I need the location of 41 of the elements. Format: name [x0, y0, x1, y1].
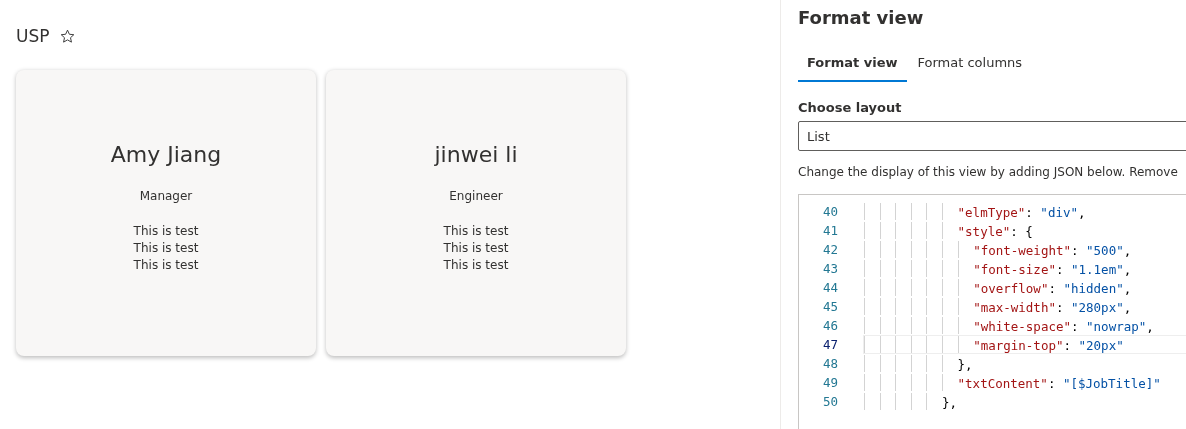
code-line: "txtContent": "[$JobTitle]" — [957, 375, 1161, 391]
person-name: Amy Jiang — [110, 142, 222, 167]
code-line: }, — [941, 394, 958, 410]
note-text: This is test — [133, 240, 199, 257]
note-text: This is test — [133, 223, 199, 240]
panel-title: Format view — [798, 7, 925, 28]
code-editor[interactable] — [798, 194, 1186, 429]
line-number: 44 — [821, 279, 838, 297]
field-label: Choose layout — [798, 100, 903, 115]
line-number: 42 — [821, 241, 838, 259]
tab[interactable]: Format view — [798, 47, 907, 82]
layout-dropdown[interactable]: List — [798, 121, 1186, 151]
note-text: This is test — [133, 257, 199, 274]
code-line: "font-weight": "500", — [973, 242, 1132, 258]
note-text: This is test — [443, 223, 509, 240]
line-number: 50 — [821, 393, 838, 411]
code-line: "overflow": "hidden", — [973, 280, 1132, 296]
code-line: "style": { — [957, 223, 1033, 239]
line-number: 47 — [821, 336, 838, 354]
line-number: 40 — [821, 203, 838, 221]
code-line: "white-space": "nowrap", — [973, 318, 1154, 334]
line-number: 49 — [821, 374, 838, 392]
job-title: Engineer — [449, 189, 503, 203]
code-line: "font-size": "1.1em", — [973, 261, 1132, 277]
favorite-star-icon[interactable] — [59, 28, 75, 44]
tab[interactable]: Format columns — [908, 47, 1032, 82]
code-line: }, — [957, 356, 973, 372]
note-text: This is test — [443, 240, 509, 257]
line-number: 43 — [821, 260, 838, 278]
line-number: 45 — [821, 298, 838, 316]
code-line: "margin-top": "20px" — [973, 337, 1124, 353]
note-text: This is test — [443, 257, 509, 274]
code-line: "max-width": "280px", — [973, 299, 1132, 315]
person-name: jinwei li — [434, 142, 518, 167]
code-line: "elmType": "div", — [957, 204, 1086, 220]
description-text: Change the display of this view by adding JSON below. Remove — [798, 165, 1179, 179]
job-title: Manager — [139, 189, 193, 203]
list-title: USP — [16, 26, 50, 46]
line-number: 46 — [821, 317, 838, 335]
line-number: 48 — [821, 355, 838, 373]
line-number: 41 — [821, 222, 838, 240]
